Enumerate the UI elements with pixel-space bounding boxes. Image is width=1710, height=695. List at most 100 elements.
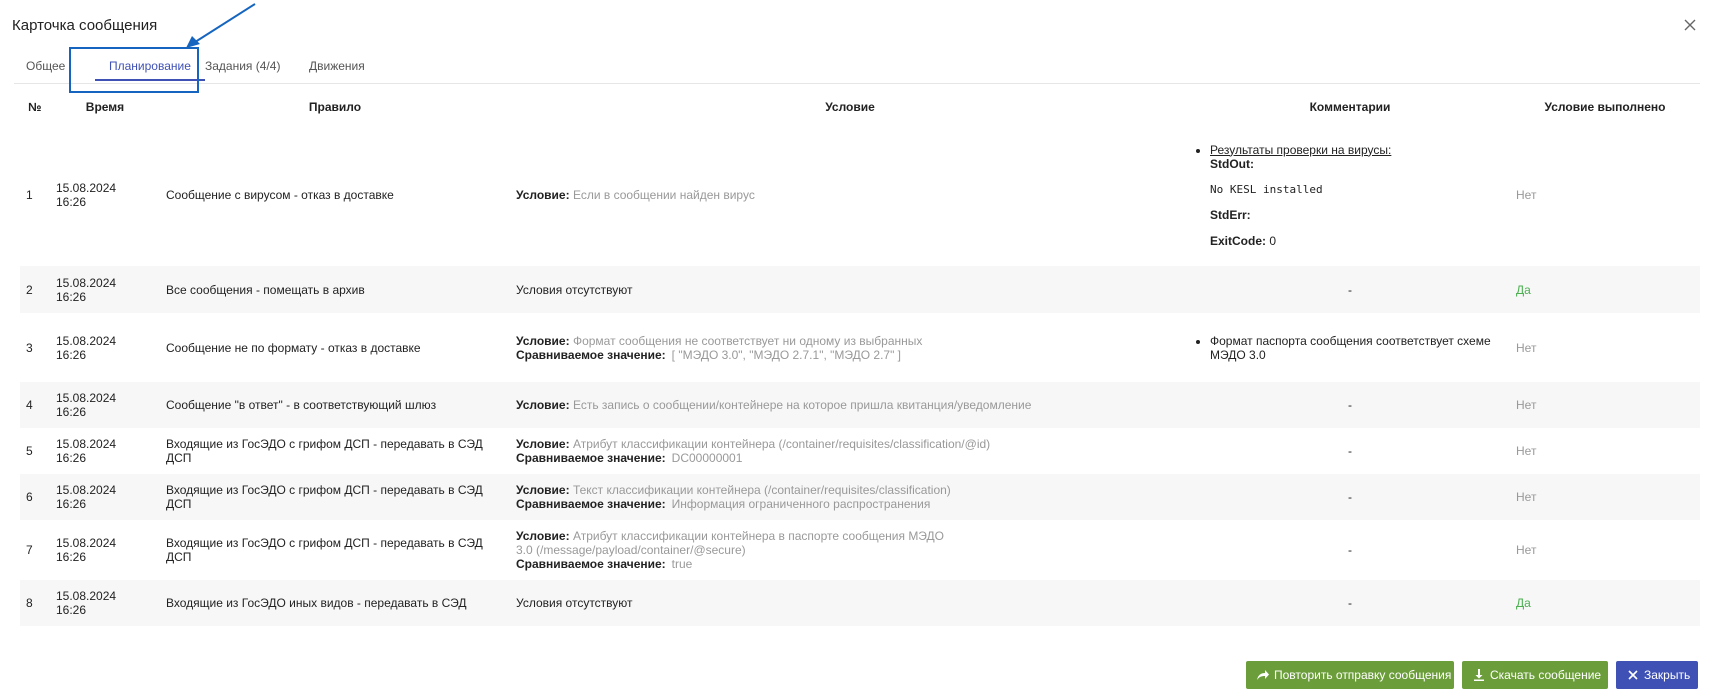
row-date-text: 15.08.2024 — [56, 483, 117, 497]
row-done-status: Нет — [1516, 543, 1537, 557]
stdout-value: No KESL installed — [1210, 182, 1323, 196]
row-comments: Результаты проверки на вирусы: StdOut: N… — [1190, 124, 1510, 266]
row-num: 5 — [26, 444, 33, 458]
row-date-text: 15.08.2024 — [56, 391, 117, 405]
resend-message-button[interactable]: Повторить отправку сообщения — [1246, 661, 1454, 689]
tab-general-label: Общее — [26, 59, 66, 73]
table-row: 4 15.08.2024 16:26 Сообщение "в ответ" - … — [20, 382, 1700, 428]
comment-list: Формат паспорта сообщения соответствует … — [1196, 334, 1504, 362]
row-condition: Условие: Текст классификации контейнера … — [510, 474, 1190, 520]
row-done-status: Да — [1516, 596, 1531, 610]
condition-label: Условие: — [516, 437, 570, 451]
stderr-label: StdErr: — [1210, 207, 1251, 222]
row-date-text: 15.08.2024 — [56, 275, 117, 290]
row-rule: Входящие из ГосЭДО с грифом ДСП - переда… — [166, 437, 483, 465]
row-time: 15.08.2024 16:26 — [50, 474, 160, 520]
row-rule: Сообщение не по формату - отказ в достав… — [166, 340, 421, 355]
compare-value: Информация ограниченного распространения — [671, 497, 931, 511]
compare-value: true — [671, 557, 693, 571]
row-comments: - — [1348, 596, 1352, 610]
tab-tasks[interactable]: Задания (4/4) — [205, 52, 280, 83]
row-time-text: 16:26 — [56, 347, 87, 362]
row-time: 15.08.2024 16:26 — [50, 313, 160, 382]
row-condition: Условие: Если в сообщении найден вирус — [510, 124, 1190, 266]
row-comments: - — [1348, 282, 1352, 297]
dialog-footer: Повторить отправку сообщения Скачать соо… — [0, 661, 1710, 689]
row-time-text: 16:26 — [56, 497, 87, 511]
row-time-text: 16:26 — [56, 550, 87, 564]
virus-check-link[interactable]: Результаты проверки на вирусы: — [1210, 143, 1391, 157]
table-row: 3 15.08.2024 16:26 Сообщение не по формат… — [20, 313, 1700, 382]
row-done-status: Нет — [1516, 188, 1537, 202]
tab-general[interactable]: Общее — [26, 52, 65, 83]
compare-label: Сравниваемое значение: — [516, 557, 666, 571]
compare-label: Сравниваемое значение: — [516, 497, 666, 511]
tab-planning[interactable]: Планирование — [95, 52, 205, 83]
compare-label: Сравниваемое значение: — [516, 347, 666, 362]
condition-text: Есть запись о сообщении/контейнере на ко… — [572, 398, 1032, 412]
tab-movements[interactable]: Движения — [309, 52, 365, 83]
row-date-text: 15.08.2024 — [56, 181, 117, 195]
tab-movements-label: Движения — [309, 59, 365, 73]
row-num: 3 — [26, 340, 33, 355]
table-row: 1 15.08.2024 16:26 Сообщение с вирусом - … — [20, 124, 1700, 266]
tab-bar: Общее Планирование Задания (4/4) Движени… — [14, 52, 1700, 84]
row-rule: Входящие из ГосЭДО иных видов - передава… — [166, 596, 467, 610]
close-icon[interactable] — [1683, 18, 1697, 32]
row-time: 15.08.2024 16:26 — [50, 266, 160, 313]
row-time-text: 16:26 — [56, 289, 87, 304]
dialog-title: Карточка сообщения — [12, 17, 158, 34]
virus-check-list: Результаты проверки на вирусы: StdOut: N… — [1196, 143, 1504, 248]
row-time-text: 16:26 — [56, 405, 87, 419]
table-row: 6 15.08.2024 16:26 Входящие из ГосЭДО с г… — [20, 474, 1700, 520]
condition-label: Условие: — [516, 188, 570, 202]
row-done-status: Нет — [1516, 444, 1537, 458]
row-condition: Условие: Атрибут классификации контейнер… — [510, 428, 1190, 474]
row-date-text: 15.08.2024 — [56, 437, 117, 451]
row-condition: Условие: Атрибут классификации контейнер… — [510, 520, 1190, 580]
row-comments: - — [1348, 543, 1352, 557]
row-time-text: 16:26 — [56, 195, 87, 209]
condition-text: Атрибут классификации контейнера в паспо… — [516, 529, 944, 557]
table-row: 7 15.08.2024 16:26 Входящие из ГосЭДО с г… — [20, 520, 1700, 580]
col-comments-header: Комментарии — [1309, 100, 1391, 114]
planning-table: № Время Правило Условие Комментарии Усло… — [20, 90, 1700, 626]
col-condition-header: Условие — [825, 100, 875, 114]
row-time: 15.08.2024 16:26 — [50, 428, 160, 474]
row-rule: Все сообщения - помещать в архив — [166, 282, 365, 297]
virus-check-item: Результаты проверки на вирусы: StdOut: N… — [1210, 143, 1504, 248]
row-comments: - — [1348, 444, 1352, 458]
comment-item: Формат паспорта сообщения соответствует … — [1210, 334, 1504, 362]
condition-label: Условие: — [516, 529, 570, 543]
message-card-dialog: Карточка сообщения Общее Планирование За… — [0, 0, 1710, 695]
row-comments: - — [1348, 398, 1352, 412]
row-num: 7 — [26, 543, 33, 557]
close-dialog-button[interactable]: Закрыть — [1616, 661, 1698, 689]
download-button-label: Скачать сообщение — [1490, 668, 1602, 682]
condition-text: Формат сообщения не соответствует ни одн… — [572, 333, 923, 348]
condition-text: Атрибут классификации контейнера (/conta… — [572, 437, 991, 451]
download-icon — [1474, 669, 1484, 681]
download-message-button[interactable]: Скачать сообщение — [1462, 661, 1608, 689]
row-time-text: 16:26 — [56, 451, 87, 465]
row-time-text: 16:26 — [56, 603, 87, 617]
row-time: 15.08.2024 16:26 — [50, 520, 160, 580]
condition-label: Условие: — [516, 333, 570, 348]
active-tab-underline — [95, 79, 205, 81]
row-num: 4 — [26, 398, 33, 412]
row-rule: Входящие из ГосЭДО с грифом ДСП - переда… — [166, 483, 483, 511]
row-rule: Сообщение "в ответ" - в соответствующий … — [166, 398, 437, 412]
row-condition: Условия отсутствуют — [516, 282, 633, 297]
tab-tasks-label: Задания (4/4) — [205, 59, 281, 73]
row-time: 15.08.2024 16:26 — [50, 124, 160, 266]
stdout-label: StdOut: — [1210, 156, 1254, 171]
table-row: 8 15.08.2024 16:26 Входящие из ГосЭДО ины… — [20, 580, 1700, 626]
row-done-status: Нет — [1516, 490, 1537, 504]
row-num: 2 — [26, 282, 33, 297]
compare-value: DC00000001 — [671, 451, 743, 465]
row-time: 15.08.2024 16:26 — [50, 382, 160, 428]
col-done-header: Условие выполнено — [1544, 99, 1666, 114]
exitcode-value: 0 — [1269, 233, 1277, 248]
row-num: 8 — [26, 596, 33, 610]
row-date-text: 15.08.2024 — [56, 589, 117, 603]
